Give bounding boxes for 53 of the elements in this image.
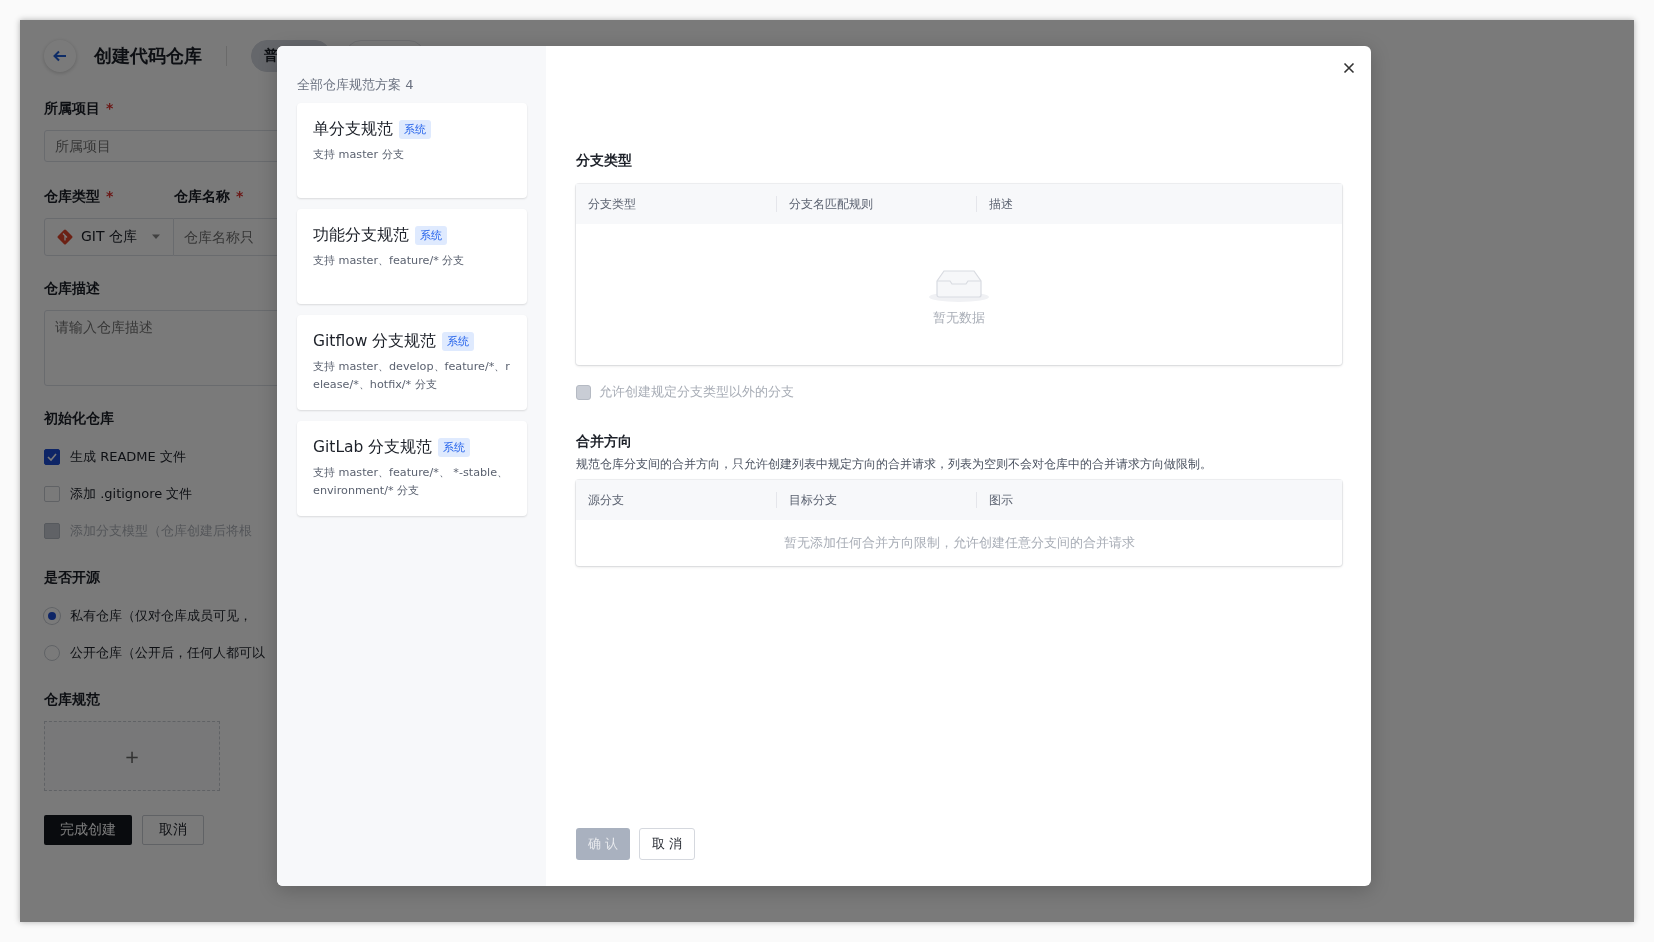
close-icon <box>1343 62 1355 74</box>
column-header: 源分支 <box>587 492 625 508</box>
scheme-card[interactable]: 单分支规范 系统 支持 master 分支 <box>297 103 527 198</box>
scheme-description: 支持 master、develop、feature/*、release/*、hotfix/* 分支 <box>313 359 511 393</box>
page-title: 创建代码仓库 <box>94 44 202 68</box>
list-title: 全部仓库规范方案 4 <box>297 76 415 94</box>
scheme-card[interactable]: Gitflow 分支规范 系统 支持 master、develop、feature/*、release/*、hotfix/* 分支 <box>297 315 527 410</box>
scheme-card[interactable]: GitLab 分支规范 系统 支持 master、feature/*、 *-stable、environment/* 分支 <box>297 421 527 516</box>
scheme-name: GitLab 分支规范 <box>313 437 433 458</box>
radio-label: 公开仓库（公开后，任何人都可以 <box>70 644 265 662</box>
field-label: 仓库描述 <box>44 280 101 298</box>
section-title: 合并方向 <box>576 433 633 451</box>
git-icon <box>57 229 73 245</box>
scheme-description: 支持 master、feature/*、 *-stable、environment/* 分支 <box>313 465 510 499</box>
column-header: 图示 <box>976 492 1176 508</box>
column-header: 分支类型 <box>587 196 637 212</box>
column-header: 分支名匹配规则 <box>776 196 976 212</box>
scheme-name: 单分支规范 <box>313 119 393 140</box>
create-button[interactable]: 完成创建 <box>44 815 132 845</box>
checkbox-label: 添加 .gitignore 文件 <box>70 485 193 503</box>
section-description: 规范仓库分支间的合并方向，只允许创建列表中规定方向的合并请求，列表为空则不会对仓库中的合并请求方向做限制。 <box>576 457 1213 472</box>
empty-text: 暂无数据 <box>933 308 985 327</box>
section-title: 分支类型 <box>576 152 633 170</box>
back-button[interactable] <box>44 40 76 72</box>
empty-text: 暂无添加任何合并方向限制，允许创建任意分支间的合并请求 <box>783 534 1135 552</box>
system-tag: 系统 <box>399 120 431 139</box>
section-label: 是否开源 <box>44 569 101 587</box>
checkbox-label: 允许创建规定分支类型以外的分支 <box>599 383 794 401</box>
cancel-button[interactable]: 取消 <box>142 815 204 845</box>
section-label: 初始化仓库 <box>44 410 115 428</box>
scheme-description: 支持 master、feature/* 分支 <box>313 253 466 269</box>
arrow-left-icon <box>53 49 67 63</box>
field-label: 仓库类型 * <box>44 188 115 206</box>
scheme-card[interactable]: 功能分支规范 系统 支持 master、feature/* 分支 <box>297 209 527 304</box>
field-label: 仓库名称 * <box>174 188 244 206</box>
field-label: 所属项目 * <box>44 100 115 118</box>
checkmark-icon <box>46 451 58 463</box>
system-tag: 系统 <box>438 438 471 457</box>
system-tag: 系统 <box>442 332 475 351</box>
repo-type-select[interactable]: GIT 仓库 <box>44 218 174 256</box>
section-label: 仓库规范 <box>44 691 101 709</box>
checkbox-label: 生成 README 文件 <box>70 448 186 466</box>
caret-icon <box>151 234 161 240</box>
checkbox[interactable] <box>44 449 60 465</box>
scheme-name: 功能分支规范 <box>313 225 409 246</box>
system-tag: 系统 <box>415 226 447 245</box>
radio-label: 私有仓库（仅对仓库成员可见， <box>70 607 252 625</box>
column-header: 描述 <box>976 196 1176 212</box>
scheme-description: 支持 master 分支 <box>313 147 405 163</box>
radio-button[interactable] <box>44 645 60 661</box>
cancel-button[interactable]: 取 消 <box>639 828 696 860</box>
scheme-name: Gitflow 分支规范 <box>313 331 437 352</box>
column-header: 目标分支 <box>776 492 976 508</box>
